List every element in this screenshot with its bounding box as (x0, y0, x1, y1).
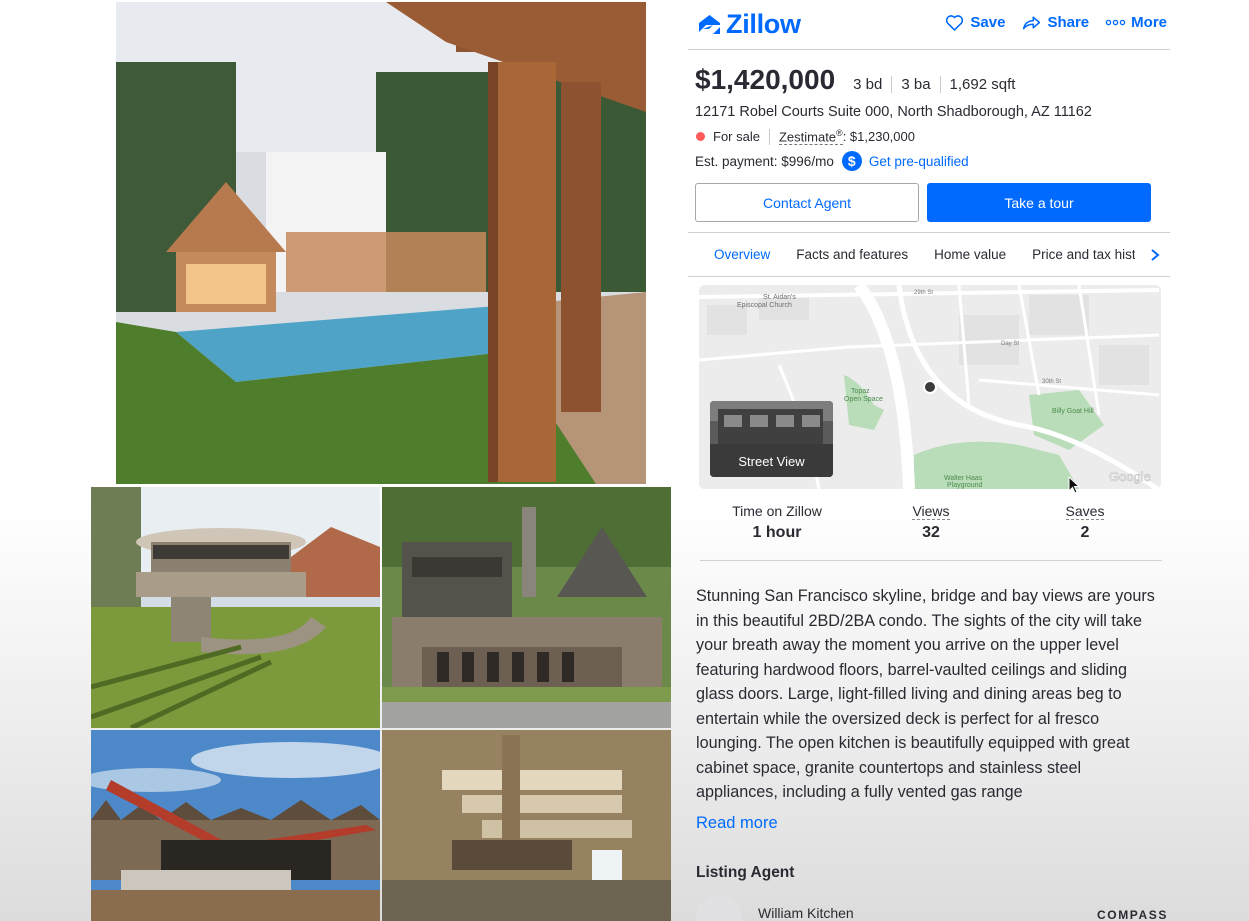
listing-description: Stunning San Francisco skyline, bridge a… (696, 587, 1155, 801)
listing-tabs: Overview Facts and features Home value P… (688, 232, 1170, 277)
save-label: Save (970, 14, 1006, 31)
map-label-playground: Walter Haas (944, 475, 983, 482)
mouse-cursor-icon (1068, 476, 1080, 494)
street-view-label: Street View (738, 454, 805, 469)
agent-avatar (696, 895, 742, 921)
tab-home-value[interactable]: Home value (921, 247, 1019, 262)
gallery-photo-2[interactable] (382, 487, 671, 728)
listing-price: $1,420,000 (695, 64, 836, 95)
map-label-church-2: Episcopal Church (737, 302, 792, 309)
map-label-hill: Billy Goat Hill (1052, 408, 1094, 415)
share-icon (1023, 16, 1041, 30)
map-label-playground-2: Playground (947, 482, 983, 489)
heart-icon (946, 15, 964, 31)
stat-value: 32 (922, 524, 940, 541)
stat-label[interactable]: Views (854, 503, 1008, 520)
baths: 3 ba (891, 76, 939, 93)
stat-label[interactable]: Saves (1008, 503, 1162, 520)
listing-header: Zillow Save Share More (688, 0, 1170, 50)
bed-bath-sqft: 3 bd 3 ba 1,692 sqft (853, 76, 1024, 93)
zestimate-label[interactable]: Zestimate® (778, 128, 843, 146)
gallery-photo-4[interactable] (382, 730, 671, 921)
listing-agent-heading: Listing Agent (696, 864, 795, 881)
stat-value: 2 (1080, 524, 1090, 541)
more-dots-icon (1105, 19, 1126, 26)
listing-address: 12171 Robel Courts Suite 000, North Shad… (695, 104, 1092, 120)
payment-row: Est. payment: $996/mo $ Get pre-qualifie… (695, 151, 969, 171)
status-text: For sale (713, 129, 760, 145)
contact-agent-button[interactable]: Contact Agent (695, 183, 919, 222)
zillow-logo[interactable]: Zillow (697, 9, 801, 39)
read-more-link[interactable]: Read more (696, 814, 778, 833)
tab-overview[interactable]: Overview (688, 247, 783, 262)
zestimate-value: : $1,230,000 (842, 129, 915, 145)
map-label-park-2: Open Space (844, 396, 883, 403)
more-label: More (1131, 14, 1167, 31)
stat-label: Time on Zillow (732, 503, 822, 519)
zillow-logo-text: Zillow (726, 8, 801, 39)
dollar-icon: $ (841, 151, 862, 171)
price-summary: $1,420,000 3 bd 3 ba 1,692 sqft (695, 64, 1024, 96)
listing-actions: Save Share More (944, 12, 1167, 33)
get-prequalified-link[interactable]: Get pre-qualified (869, 154, 969, 169)
tab-facts-and-features[interactable]: Facts and features (783, 247, 921, 262)
more-button[interactable]: More (1105, 12, 1167, 33)
stat-saves: Saves 2 (1008, 503, 1162, 560)
map-label-church: St. Aidan's (763, 294, 796, 301)
estimated-payment: Est. payment: $996/mo (695, 153, 834, 169)
listing-stats: Time on Zillow 1 hour Views 32 Saves 2 (700, 503, 1162, 561)
street-view-button[interactable]: Street View (710, 401, 833, 477)
map-label-30th: 30th St (1042, 379, 1061, 385)
location-map[interactable]: St. Aidan's Episcopal Church Topaz Open … (699, 285, 1161, 489)
map-label-29th: 29th St (914, 290, 933, 296)
map-label-day: Day St (1001, 341, 1019, 347)
save-button[interactable]: Save (944, 12, 1005, 33)
share-label: Share (1047, 14, 1090, 31)
status-row: For sale Zestimate® : $1,230,000 (696, 128, 915, 146)
agent-name[interactable]: William Kitchen (758, 905, 854, 921)
hero-photo[interactable] (116, 2, 646, 484)
sqft: 1,692 sqft (939, 76, 1025, 93)
stat-value: 1 hour (752, 524, 802, 541)
take-tour-button[interactable]: Take a tour (927, 183, 1151, 222)
tab-price-and-tax-history[interactable]: Price and tax history (1019, 247, 1135, 262)
stat-views: Views 32 (854, 503, 1008, 560)
chevron-right-icon[interactable] (1148, 248, 1162, 262)
map-label-park: Topaz (851, 388, 870, 395)
stat-time-on-zillow: Time on Zillow 1 hour (700, 503, 854, 560)
status-dot-icon (696, 132, 705, 142)
beds: 3 bd (853, 76, 883, 93)
google-watermark: Google (1109, 469, 1151, 484)
share-button[interactable]: Share (1021, 12, 1089, 33)
page: Zillow Save Share More $1,420,000 3 bd 3… (0, 0, 1249, 921)
zillow-logo-icon (699, 14, 720, 34)
gallery-photo-1[interactable] (91, 487, 380, 728)
brokerage-logo: COMPASS (1097, 908, 1168, 921)
gallery-photo-3[interactable] (91, 730, 380, 921)
listing-panel: Zillow Save Share More $1,420,000 3 bd 3… (688, 0, 1170, 921)
divider (768, 128, 770, 145)
